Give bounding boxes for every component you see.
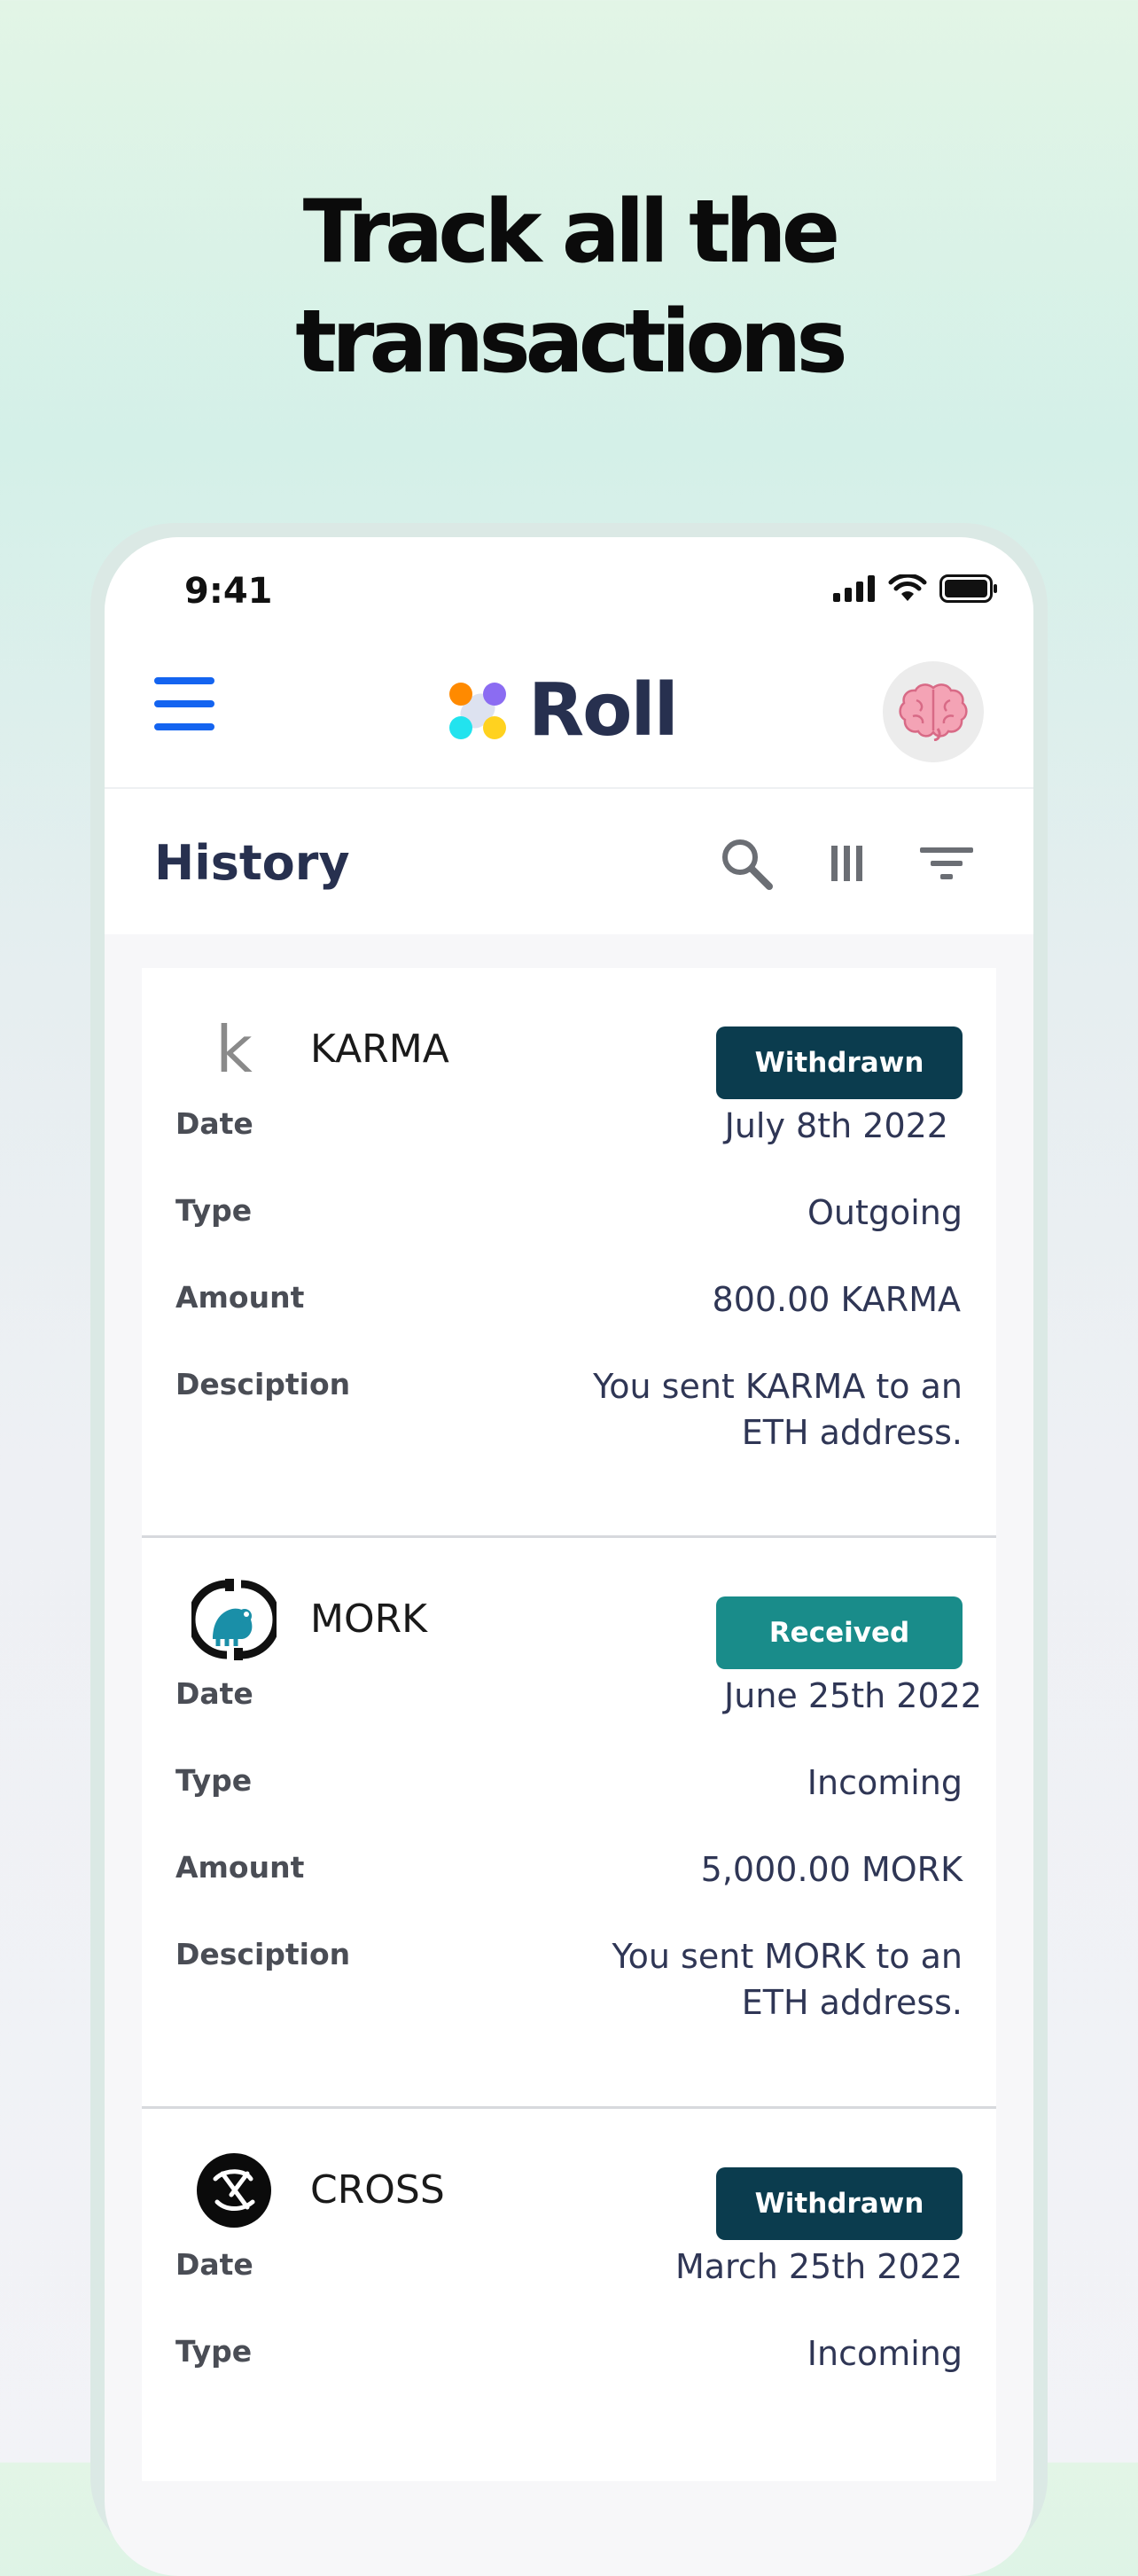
type-label: Type: [175, 1193, 253, 1228]
description-line-2: ETH address.: [741, 1983, 963, 2022]
type-value: Outgoing: [807, 1193, 963, 1232]
type-row: Type Incoming: [142, 2311, 996, 2398]
coin-name: KARMA: [310, 1026, 449, 1072]
description-line-1: You sent MORK to an: [612, 1937, 963, 1976]
filter-button[interactable]: [918, 835, 975, 892]
transaction-card-header: CROSS Withdrawn: [142, 2109, 996, 2240]
transaction-card-header: MORK Received: [142, 1538, 996, 1669]
menu-button[interactable]: [154, 677, 216, 732]
coin-name: CROSS: [310, 2167, 445, 2213]
menu-icon-bar-middle: [154, 700, 214, 707]
amount-label: Amount: [175, 1280, 305, 1315]
brain-icon: [899, 683, 968, 741]
karma-icon-glyph: k: [215, 1012, 253, 1087]
transaction-card[interactable]: CROSS Withdrawn Date March 25th 2022 Typ…: [142, 2109, 996, 2481]
search-icon: [722, 839, 773, 890]
description-line-1: You sent KARMA to an: [593, 1367, 963, 1406]
transaction-list: k KARMA Withdrawn Date July 8th 2022 Typ…: [142, 968, 996, 2481]
columns-button[interactable]: [819, 835, 876, 892]
date-value: March 25th 2022: [674, 2247, 963, 2286]
date-label: Date: [175, 1106, 253, 1141]
date-label: Date: [175, 2247, 253, 2282]
status-time: 9:41: [184, 571, 273, 612]
menu-icon-bar-bottom: [154, 723, 214, 730]
hero-title-line-1: Track all the: [302, 182, 840, 283]
app-name: Roll: [528, 668, 679, 753]
type-row: Type Outgoing: [142, 1170, 996, 1257]
type-label: Type: [175, 2334, 253, 2369]
transaction-card-header: k KARMA Withdrawn: [142, 968, 996, 1099]
cross-logo-icon: [191, 2148, 277, 2233]
transaction-card[interactable]: k KARMA Withdrawn Date July 8th 2022 Typ…: [142, 968, 996, 1538]
date-row: Date March 25th 2022: [142, 2224, 996, 2311]
amount-row: Amount 5,000.00 MORK: [142, 1827, 996, 1914]
history-header: History: [105, 789, 1033, 934]
description-line-2: ETH address.: [741, 1413, 963, 1452]
description-row: Desciption You sent KARMA to an ETH addr…: [142, 1344, 996, 1477]
date-value: July 8th 2022: [724, 1106, 948, 1145]
type-value: Incoming: [807, 1763, 963, 1802]
mork-logo-svg: [191, 1579, 277, 1660]
amount-row: Amount 800.00 KARMA: [142, 1257, 996, 1344]
wifi-icon: [888, 574, 927, 601]
description-value: You sent KARMA to an ETH address.: [593, 1363, 963, 1456]
columns-icon: [831, 846, 862, 881]
status-bar: 9:41: [105, 537, 1033, 635]
mork-logo-icon: [191, 1577, 277, 1662]
description-label: Desciption: [175, 1367, 351, 1401]
menu-icon-bar-top: [154, 677, 214, 684]
roll-logo-icon: [449, 682, 506, 739]
page-title: History: [154, 835, 350, 891]
search-button[interactable]: [718, 835, 775, 892]
karma-k-icon: k: [191, 1007, 277, 1092]
app-bar: Roll: [105, 635, 1033, 789]
transaction-card[interactable]: MORK Received Date June 25th 2022 Type I…: [142, 1538, 996, 2109]
date-row: Date June 25th 2022: [142, 1653, 996, 1740]
status-icons: [833, 574, 998, 603]
battery-icon: [939, 574, 997, 603]
description-value: You sent MORK to an ETH address.: [612, 1933, 963, 2026]
date-value: June 25th 2022: [724, 1676, 982, 1715]
date-row: Date July 8th 2022: [142, 1083, 996, 1170]
signal-icon: [833, 575, 875, 602]
cross-logo-svg: [197, 2153, 271, 2228]
coin-name: MORK: [310, 1596, 428, 1642]
amount-value: 800.00 KARMA: [712, 1280, 961, 1319]
description-row: Desciption You sent MORK to an ETH addre…: [142, 1914, 996, 2047]
description-label: Desciption: [175, 1937, 351, 1971]
type-row: Type Incoming: [142, 1740, 996, 1827]
profile-avatar[interactable]: [883, 661, 984, 762]
app-logo: Roll: [447, 668, 679, 753]
hero-title: Track all the transactions: [0, 177, 1138, 397]
type-value: Incoming: [807, 2334, 963, 2373]
amount-value: 5,000.00 MORK: [700, 1850, 963, 1889]
amount-label: Amount: [175, 1850, 305, 1885]
date-label: Date: [175, 1676, 253, 1711]
type-label: Type: [175, 1763, 253, 1798]
phone-screen: 9:41 Roll History k KARMA Withdrawn Date…: [105, 537, 1033, 2576]
hero-title-line-2: transactions: [295, 292, 848, 393]
filter-icon: [920, 847, 973, 879]
